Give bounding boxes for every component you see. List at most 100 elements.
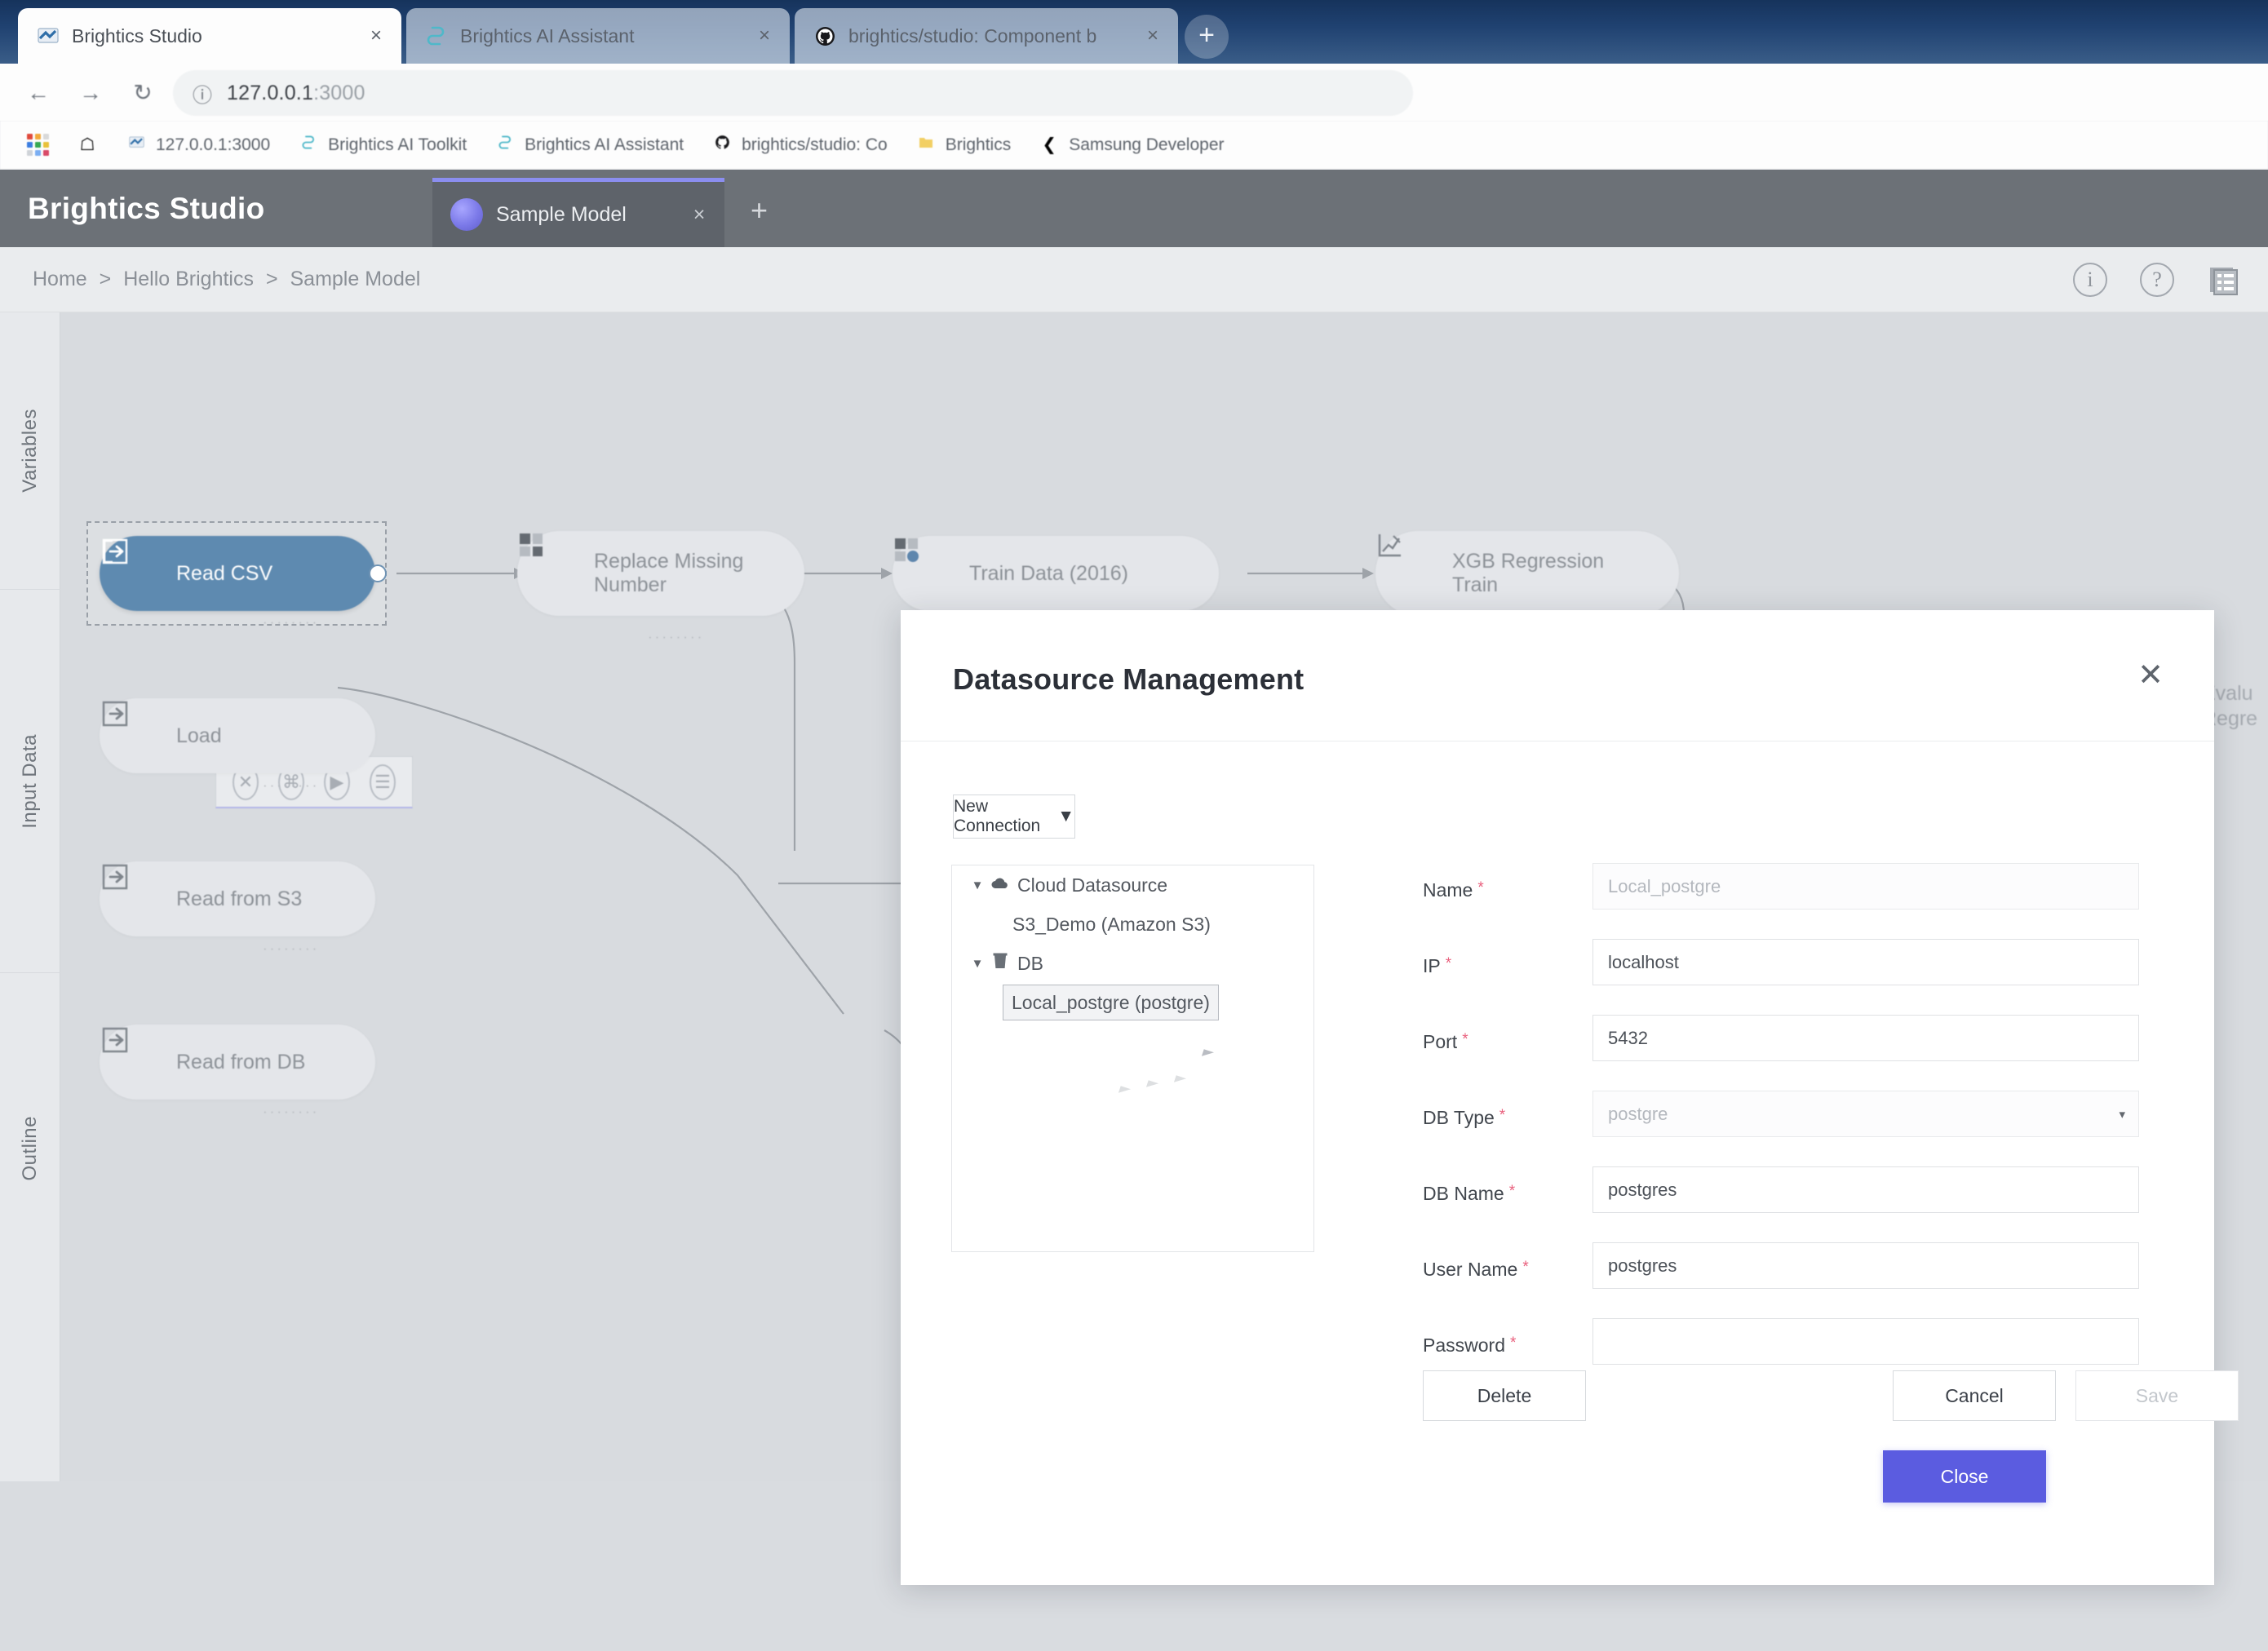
node-status-dots: ········ xyxy=(648,629,705,644)
close-icon[interactable]: × xyxy=(752,24,777,47)
help-icon[interactable]: ? xyxy=(2139,262,2175,298)
db-type-select[interactable]: postgre ▾ xyxy=(1592,1091,2139,1137)
close-button[interactable]: Close xyxy=(1883,1450,2046,1503)
breadcrumb-item-hello-brightics[interactable]: Hello Brightics xyxy=(123,268,254,290)
browser-tab-brightics-studio[interactable]: Brightics Studio × xyxy=(18,8,401,64)
db-name-input[interactable]: postgres xyxy=(1592,1166,2139,1213)
address-bar[interactable]: ⓘ 127.0.0.1:3000 xyxy=(173,70,1413,116)
chevron-down-icon[interactable]: ▼ xyxy=(967,879,988,892)
report-node-icon[interactable]: ☰ xyxy=(370,764,396,800)
workflow-node-read-from-s3[interactable]: Read from S3 xyxy=(100,861,375,936)
new-tab-button[interactable]: + xyxy=(1185,15,1229,59)
close-icon[interactable]: × xyxy=(687,203,711,227)
url-port: :3000 xyxy=(313,81,365,104)
port-input[interactable]: 5432 xyxy=(1592,1015,2139,1061)
node-status-dots: ········ xyxy=(263,941,320,956)
breadcrumb-item-sample-model[interactable]: Sample Model xyxy=(290,268,421,290)
app-header: Brightics Studio Sample Model × + xyxy=(0,170,2268,247)
cancel-button[interactable]: Cancel xyxy=(1893,1370,2056,1421)
close-icon[interactable]: × xyxy=(364,24,388,47)
apps-grid-icon xyxy=(27,134,49,156)
form-row-db-name: DB Name * postgres xyxy=(1423,1166,2165,1242)
chevron-down-icon[interactable]: ▼ xyxy=(967,957,988,971)
workflow-node-load[interactable]: Load xyxy=(100,698,375,773)
model-icon xyxy=(450,198,483,231)
brightics-ai-favicon xyxy=(298,135,319,155)
new-connection-dropdown[interactable]: New Connection ▼ xyxy=(953,795,1075,839)
url-text: 127.0.0.1:3000 xyxy=(227,82,365,105)
import-icon xyxy=(102,701,158,751)
datasource-management-dialog: Datasource Management ✕ New Connection ▼… xyxy=(901,610,2239,1585)
node-label: Replace Missing Number xyxy=(594,550,744,596)
browser-chrome: Brightics Studio × Brightics AI Assistan… xyxy=(0,0,2268,170)
db-type-value: postgre xyxy=(1608,1103,1668,1124)
bookmark-folder-brightics[interactable]: Brightics xyxy=(905,132,1022,158)
back-icon[interactable]: ← xyxy=(20,75,57,113)
sidebar-item-variables[interactable]: Variables xyxy=(0,312,60,590)
add-model-tab-button[interactable]: + xyxy=(751,196,768,225)
tree-item-local-postgre[interactable]: Local_postgre (postgre) xyxy=(952,983,1313,1022)
brightics-ai-favicon xyxy=(424,24,449,48)
bookmark-label: Brightics AI Assistant xyxy=(525,135,684,154)
breadcrumb-bar: Home > Hello Brightics > Sample Model i … xyxy=(0,247,2268,312)
ip-input[interactable]: localhost xyxy=(1592,939,2139,985)
save-button[interactable]: Save xyxy=(2075,1370,2239,1421)
table-icon xyxy=(520,533,576,589)
password-input[interactable] xyxy=(1592,1318,2139,1365)
browser-tab-brightics-ai-assistant[interactable]: Brightics AI Assistant × xyxy=(406,8,790,64)
node-label: Read CSV xyxy=(176,561,273,585)
field-label-port: Port * xyxy=(1423,1031,1468,1052)
bookmark-item-localhost[interactable]: 127.0.0.1:3000 xyxy=(115,131,281,158)
sidebar-item-input-data[interactable]: Input Data xyxy=(0,590,60,973)
browser-tab-github-brightics-studio[interactable]: brightics/studio: Component b × xyxy=(795,8,1178,64)
node-output-port[interactable] xyxy=(369,564,387,582)
dialog-action-row: Delete Cancel Save xyxy=(901,1370,2239,1423)
delete-button[interactable]: Delete xyxy=(1423,1370,1586,1421)
bookmark-page-button[interactable]: ☖ xyxy=(66,131,109,158)
workflow-node-xgb-regression-train[interactable]: XGB Regression Train xyxy=(1375,531,1679,616)
apps-grid-button[interactable] xyxy=(16,131,60,159)
required-marker: * xyxy=(1477,879,1484,896)
breadcrumb-item-home[interactable]: Home xyxy=(33,268,87,290)
forward-icon[interactable]: → xyxy=(72,75,109,113)
reload-icon[interactable]: ↻ xyxy=(124,75,162,113)
new-connection-label: New Connection xyxy=(954,797,1041,835)
form-row-name: Name * Local_postgre xyxy=(1423,863,2165,939)
user-name-input[interactable]: postgres xyxy=(1592,1242,2139,1289)
form-row-port: Port * 5432 xyxy=(1423,1015,2165,1091)
report-icon[interactable] xyxy=(2206,262,2242,298)
model-tab-sample-model[interactable]: Sample Model × xyxy=(432,178,724,247)
workflow-node-replace-missing-number[interactable]: Replace Missing Number xyxy=(517,531,804,616)
bookmark-item-ai-toolkit[interactable]: Brightics AI Toolkit xyxy=(287,131,477,158)
breadcrumb-separator: > xyxy=(265,268,278,290)
import-icon xyxy=(102,1027,158,1078)
tree-item-db[interactable]: ▼ Local_postgre (postgre) DB xyxy=(952,944,1313,983)
workflow-node-read-from-db[interactable]: Read from DB xyxy=(100,1025,375,1100)
breadcrumb-actions: i ? xyxy=(2072,262,2242,298)
browser-tab-title: Brightics AI Assistant xyxy=(460,24,635,46)
chevron-down-icon: ▾ xyxy=(2119,1107,2125,1122)
node-label: Read from S3 xyxy=(176,887,303,910)
site-info-icon[interactable]: ⓘ xyxy=(193,79,212,108)
tree-item-s3-demo[interactable]: S3_Demo (Amazon S3) xyxy=(952,905,1313,944)
tree-item-cloud-datasource[interactable]: ▼ Cloud Datasource xyxy=(952,865,1313,905)
field-label-password: Password * xyxy=(1423,1335,1517,1356)
workflow-node-read-csv[interactable]: Read CSV xyxy=(100,536,375,611)
bookmark-item-samsung-developer[interactable]: ❮ Samsung Developer xyxy=(1028,131,1234,158)
db-icon xyxy=(988,952,1012,975)
required-marker: * xyxy=(1499,1107,1506,1124)
info-icon[interactable]: i xyxy=(2072,262,2108,298)
bookmark-item-github[interactable]: brightics/studio: Co xyxy=(701,131,898,158)
datasource-form: Name * Local_postgre IP * localhost Port * … xyxy=(1423,863,2165,1394)
datasource-tree[interactable]: ▼ Cloud Datasource S3_Demo (Amazon S3) ▼… xyxy=(951,865,1314,1252)
workflow-node-train-data[interactable]: Train Data (2016) xyxy=(893,536,1219,611)
close-icon[interactable]: ✕ xyxy=(2129,656,2172,698)
browser-tab-title: brightics/studio: Component b xyxy=(848,24,1097,46)
bookmark-item-ai-assistant[interactable]: Brightics AI Assistant xyxy=(484,131,694,158)
name-input[interactable]: Local_postgre xyxy=(1592,863,2139,910)
sidebar-item-label: Outline xyxy=(19,1116,41,1181)
sidebar-item-outline[interactable]: Outline xyxy=(0,973,60,1324)
close-icon[interactable]: × xyxy=(1141,24,1165,47)
required-marker: * xyxy=(1509,1335,1517,1352)
node-label: Read from DB xyxy=(176,1050,306,1073)
